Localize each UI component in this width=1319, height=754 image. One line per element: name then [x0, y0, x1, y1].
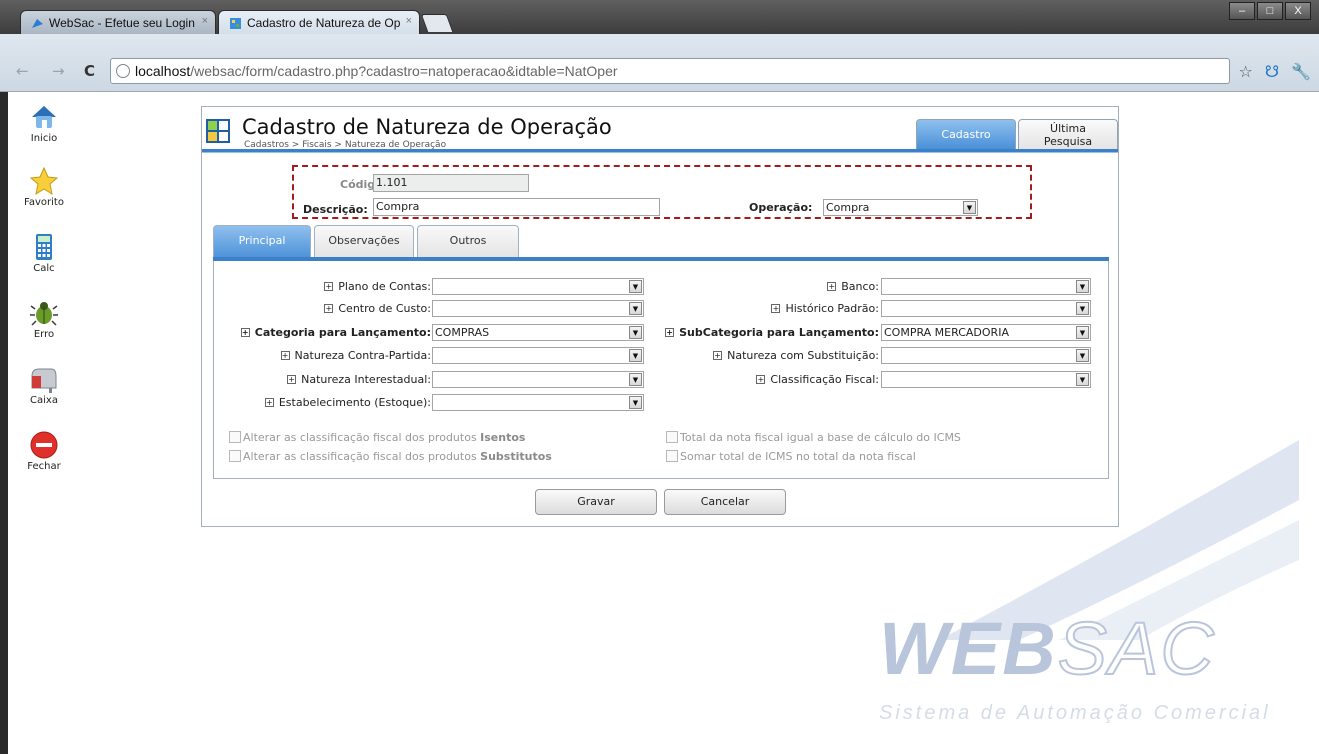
sidebar-label: Calc	[33, 263, 55, 274]
watermark-logo-sac: SAC	[1057, 606, 1216, 691]
toolbar-actions: ☆ ☋ 🔧	[1239, 62, 1311, 81]
browser-tab-login[interactable]: WebSac - Efetue seu Login ×	[20, 10, 216, 34]
field-label: Banco:	[841, 280, 879, 293]
checkbox-label-bold: Substitutos	[480, 450, 552, 463]
checkbox-box[interactable]	[666, 431, 678, 443]
historico-select[interactable]: ▼	[881, 300, 1091, 317]
close-window-button[interactable]: X	[1285, 2, 1311, 20]
page-info-icon[interactable]	[116, 64, 130, 78]
checkbox-label: Alterar as classificação fiscal dos prod…	[243, 450, 477, 463]
plus-icon[interactable]: +	[713, 351, 723, 360]
field-label: Natureza com Substituição:	[727, 349, 879, 362]
checkbox-label: Somar total de ICMS no total da nota fis…	[680, 450, 916, 463]
plus-icon[interactable]: +	[827, 282, 837, 291]
address-bar[interactable]: localhost/websac/form/cadastro.php?cadas…	[110, 58, 1230, 84]
select-value: COMPRA MERCADORIA	[884, 326, 1009, 339]
substituicao-label: + Natureza com Substituição:	[713, 349, 879, 362]
new-tab-button[interactable]	[420, 14, 454, 32]
tab-cadastro[interactable]: Cadastro	[916, 119, 1016, 149]
extension-icon[interactable]: ☋	[1265, 62, 1279, 81]
gravar-button[interactable]: Gravar	[535, 489, 657, 515]
sidebar-label: Erro	[33, 329, 55, 340]
bug-icon	[30, 302, 58, 326]
window-frame-left	[0, 92, 8, 754]
watermark-logo-web: WEB	[879, 607, 1058, 690]
window-controls: – □ X	[1227, 2, 1311, 20]
reload-icon[interactable]: C	[84, 62, 95, 80]
form-favicon-icon	[230, 18, 241, 29]
checkbox-box[interactable]	[666, 450, 678, 462]
wrench-icon[interactable]: 🔧	[1291, 62, 1311, 81]
checkbox-label: Alterar as classificação fiscal dos prod…	[243, 431, 477, 444]
sidebar-label: Caixa	[30, 395, 58, 406]
substituicao-select[interactable]: ▼	[881, 347, 1091, 364]
sidebar-label: Favorito	[24, 197, 64, 208]
browser-titlebar: WebSac - Efetue seu Login × Cadastro de …	[0, 0, 1319, 34]
close-icon	[30, 431, 58, 459]
sidebar-item-favorito[interactable]: Favorito	[8, 166, 80, 208]
forward-arrow-icon[interactable]: →	[52, 62, 65, 80]
cadastro-panel: Cadastro de Natureza de Operação Cadastr…	[201, 106, 1119, 527]
sidebar-label: Inicio	[30, 133, 58, 144]
field-label: Classificação Fiscal:	[770, 373, 879, 386]
checkbox-total-base[interactable]: Total da nota fiscal igual a base de cál…	[666, 431, 961, 444]
checkbox-label-bold: Isentos	[480, 431, 526, 444]
checkbox-box[interactable]	[229, 431, 241, 443]
tab-ultima-pesquisa[interactable]: Última Pesquisa	[1018, 119, 1118, 149]
chevron-down-icon[interactable]: ▼	[963, 201, 976, 214]
cancelar-button[interactable]: Cancelar	[664, 489, 786, 515]
url-path: /websac/form/cadastro.php?cadastro=natop…	[190, 63, 618, 79]
banco-label: + Banco:	[827, 280, 879, 293]
subcategoria-label: + SubCategoria para Lançamento:	[665, 326, 879, 339]
watermark-logo: WEBSAC	[879, 606, 1216, 691]
app-sidebar: Inicio Favorito Calc Erro Caixa Fechar	[8, 92, 80, 754]
sidebar-item-calc[interactable]: Calc	[8, 232, 80, 274]
chevron-down-icon[interactable]: ▼	[1076, 373, 1089, 386]
home-icon	[32, 106, 56, 128]
sidebar-item-fechar[interactable]: Fechar	[8, 430, 80, 472]
star-icon	[29, 166, 59, 196]
checkbox-label: Total da nota fiscal igual a base de cál…	[680, 431, 961, 444]
browser-tab-title: Cadastro de Natureza de Op	[247, 16, 401, 30]
checkbox-isentos[interactable]: Alterar as classificação fiscal dos prod…	[229, 431, 525, 444]
field-label: Histórico Padrão:	[785, 302, 879, 315]
banco-select[interactable]: ▼	[881, 278, 1091, 295]
field-label: SubCategoria para Lançamento:	[679, 326, 879, 339]
chevron-down-icon[interactable]: ▼	[1076, 302, 1089, 315]
checkbox-substitutos[interactable]: Alterar as classificação fiscal dos prod…	[229, 450, 552, 463]
bookmark-star-icon[interactable]: ☆	[1239, 62, 1253, 81]
plus-icon[interactable]: +	[756, 375, 766, 384]
browser-tab-title: WebSac - Efetue seu Login	[49, 16, 195, 30]
right-labels: + Banco: + Histórico Padrão: + SubCategoria…	[202, 107, 879, 407]
plus-icon[interactable]: +	[665, 328, 675, 337]
tab-close-icon[interactable]: ×	[406, 15, 412, 27]
historico-label: + Histórico Padrão:	[771, 302, 879, 315]
classificacao-label: + Classificação Fiscal:	[756, 373, 879, 386]
chevron-down-icon[interactable]: ▼	[1076, 326, 1089, 339]
chevron-down-icon[interactable]: ▼	[1076, 349, 1089, 362]
websac-favicon-icon	[32, 19, 43, 28]
sidebar-item-erro[interactable]: Erro	[8, 298, 80, 340]
browser-toolbar: ← → C localhost/websac/form/cadastro.php…	[0, 34, 1319, 92]
sidebar-item-inicio[interactable]: Inicio	[8, 102, 80, 144]
checkbox-somar-icms[interactable]: Somar total de ICMS no total da nota fis…	[666, 450, 916, 463]
sidebar-label: Fechar	[27, 461, 61, 472]
tab-ultima-line2: Pesquisa	[1043, 135, 1093, 148]
subcategoria-select[interactable]: COMPRA MERCADORIA ▼	[881, 324, 1091, 341]
calculator-icon	[36, 234, 52, 260]
tab-ultima-line1: Última	[1050, 122, 1086, 135]
url-host: localhost	[135, 63, 191, 79]
watermark-tagline: Sistema de Automação Comercial	[879, 702, 1271, 724]
sidebar-item-caixa[interactable]: Caixa	[8, 364, 80, 406]
maximize-button[interactable]: □	[1257, 2, 1283, 20]
classificacao-select[interactable]: ▼	[881, 371, 1091, 388]
chevron-down-icon[interactable]: ▼	[1076, 280, 1089, 293]
plus-icon[interactable]: +	[771, 304, 781, 313]
browser-tab-cadastro[interactable]: Cadastro de Natureza de Op ×	[218, 10, 420, 34]
minimize-button[interactable]: –	[1229, 2, 1255, 20]
back-arrow-icon[interactable]: ←	[16, 62, 29, 80]
tab-close-icon[interactable]: ×	[202, 15, 208, 27]
mailbox-icon	[31, 368, 57, 393]
checkbox-box[interactable]	[229, 450, 241, 462]
